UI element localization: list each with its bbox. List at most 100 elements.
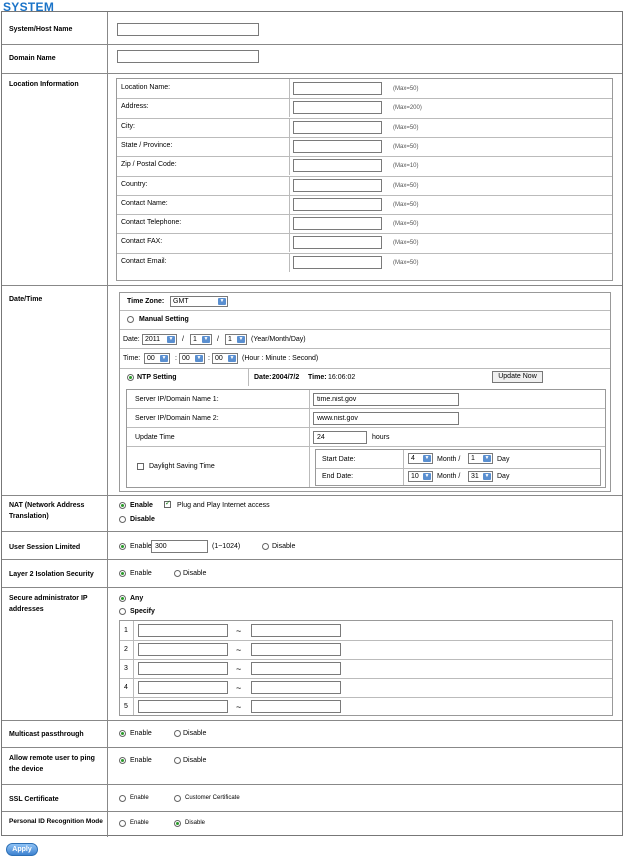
dst-checkbox[interactable] [137, 463, 144, 470]
time-separator: : [175, 355, 177, 362]
nat-disable-radio[interactable] [119, 516, 126, 523]
nat-enable-radio[interactable] [119, 502, 126, 509]
year-select[interactable]: 2011 ▼ [142, 334, 177, 345]
ip-row-number: 4 [124, 684, 128, 691]
ntp-time-label: Time: [308, 374, 327, 381]
location-field-value: (Max=50) [290, 118, 612, 137]
location-field-input[interactable] [293, 140, 382, 153]
ping-enable-radio[interactable] [119, 757, 126, 764]
day-select[interactable]: 1 ▼ [225, 334, 247, 345]
ntp-setting-radio[interactable] [127, 374, 134, 381]
domain-name-input[interactable] [117, 50, 259, 63]
session-enable-radio[interactable] [119, 543, 126, 550]
start-date-label: Start Date: [322, 456, 356, 463]
manual-setting-label: Manual Setting [139, 316, 189, 323]
server2-input[interactable] [313, 412, 459, 425]
ip-end-input[interactable] [251, 662, 341, 675]
ping-disable-label: Disable [183, 757, 207, 764]
month-select[interactable]: 1 ▼ [190, 334, 212, 345]
ping-disable-radio[interactable] [174, 757, 181, 764]
ip-start-input[interactable] [138, 662, 228, 675]
ip-row-number: 3 [124, 665, 128, 672]
dst-label: Daylight Saving Time [149, 463, 215, 470]
session-disable-radio[interactable] [262, 543, 269, 550]
time-format: (Hour : Minute : Second) [242, 355, 319, 362]
ssl-label: SSL Certificate [2, 785, 108, 811]
multicast-enable-label: Enable [130, 730, 152, 737]
location-field-input[interactable] [293, 198, 382, 211]
isolation-disable-radio[interactable] [174, 570, 181, 577]
location-field-hint: (Max=50) [393, 221, 419, 227]
ip-end-input[interactable] [251, 624, 341, 637]
session-enable-label: Enable [130, 543, 152, 550]
pid-row: Personal ID Recognition Mode Enable Disa… [2, 812, 622, 837]
location-field-input[interactable] [293, 256, 382, 269]
chevron-down-icon: ▼ [228, 355, 236, 362]
isolation-label: Layer 2 Isolation Security [2, 560, 108, 587]
location-field-input[interactable] [293, 121, 382, 134]
ip-range-tilde: ~ [236, 683, 242, 693]
location-field-input[interactable] [293, 159, 382, 172]
ip-start-input[interactable] [138, 643, 228, 656]
server1-input[interactable] [313, 393, 459, 406]
ntp-date-label: Date: [254, 374, 272, 381]
multicast-enable-radio[interactable] [119, 730, 126, 737]
location-field-input[interactable] [293, 236, 382, 249]
update-now-button[interactable]: Update Now [492, 371, 543, 383]
location-field-value: (Max=50) [290, 137, 612, 156]
location-field-label: Contact Telephone: [117, 214, 290, 233]
specify-ip-radio[interactable] [119, 608, 126, 615]
location-field-input[interactable] [293, 179, 382, 192]
session-range: (1~1024) [212, 543, 241, 550]
ntp-setting-label: NTP Setting [137, 374, 177, 381]
chevron-down-icon: ▼ [423, 455, 431, 462]
multicast-disable-radio[interactable] [174, 730, 181, 737]
location-field-input[interactable] [293, 82, 382, 95]
location-field-hint: (Max=50) [393, 202, 419, 208]
pid-disable-radio[interactable] [174, 820, 181, 827]
timezone-select[interactable]: GMT ▼ [170, 296, 228, 307]
apply-button[interactable]: Apply [6, 843, 38, 856]
ntp-table: Server IP/Domain Name 1: Server IP/Domai… [126, 389, 606, 488]
host-name-input[interactable] [117, 23, 259, 36]
ip-end-input[interactable] [251, 643, 341, 656]
ip-end-input[interactable] [251, 681, 341, 694]
end-day-select[interactable]: 31 ▼ [468, 471, 493, 482]
ssl-enable-radio[interactable] [119, 795, 126, 802]
server1-label: Server IP/Domain Name 1: [135, 396, 219, 403]
chevron-down-icon: ▼ [423, 473, 431, 480]
start-day-select[interactable]: 1 ▼ [468, 453, 493, 464]
any-ip-radio[interactable] [119, 595, 126, 602]
location-field-hint: (Max=200) [393, 105, 422, 111]
end-month-select[interactable]: 10 ▼ [408, 471, 433, 482]
hour-select[interactable]: 00 ▼ [144, 353, 170, 364]
manual-setting-radio[interactable] [127, 316, 134, 323]
update-time-label: Update Time [135, 434, 175, 441]
minute-select[interactable]: 00 ▼ [179, 353, 205, 364]
session-limit-input[interactable] [151, 540, 208, 553]
ip-range-tilde: ~ [236, 664, 242, 674]
second-select[interactable]: 00 ▼ [212, 353, 238, 364]
location-field-label: Location Name: [117, 79, 290, 98]
time-separator: : [208, 355, 210, 362]
ip-start-input[interactable] [138, 624, 228, 637]
location-label: Location Information [2, 74, 108, 285]
date-format: (Year/Month/Day) [251, 336, 306, 343]
host-row: System/Host Name [2, 12, 622, 45]
ip-start-input[interactable] [138, 700, 228, 713]
date-separator: / [217, 336, 219, 343]
chevron-down-icon: ▼ [237, 336, 245, 343]
ip-start-input[interactable] [138, 681, 228, 694]
pid-enable-radio[interactable] [119, 820, 126, 827]
update-time-input[interactable] [313, 431, 367, 444]
ntp-time-value: 16:06:02 [328, 374, 356, 381]
ip-end-input[interactable] [251, 700, 341, 713]
location-field-input[interactable] [293, 101, 382, 114]
location-field-input[interactable] [293, 217, 382, 230]
isolation-enable-radio[interactable] [119, 570, 126, 577]
start-month-select[interactable]: 4 ▼ [408, 453, 433, 464]
ssl-customer-radio[interactable] [174, 795, 181, 802]
multicast-row: Multicast passthrough Enable Disable [2, 721, 622, 748]
plug-and-play-checkbox[interactable] [164, 499, 171, 508]
location-field-label: Contact FAX: [117, 233, 290, 252]
